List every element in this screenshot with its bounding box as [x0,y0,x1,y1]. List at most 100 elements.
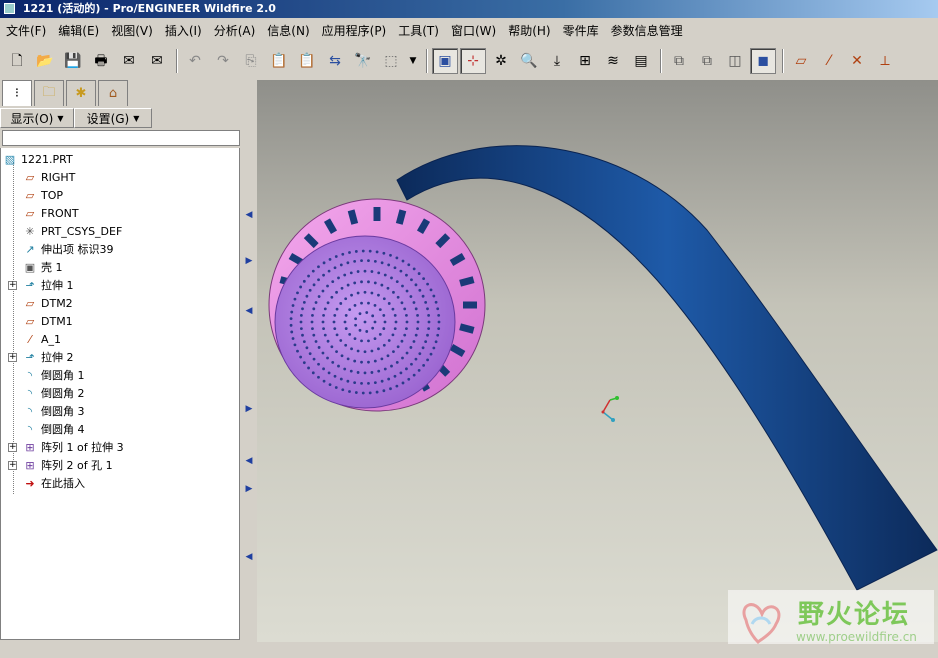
datum-csys-toggle[interactable]: ⟂ [872,48,898,74]
tree-item[interactable]: ◝ 倒圆角 4 [23,420,85,438]
view-manager-button[interactable]: ▤ [628,48,654,74]
expand-toggle[interactable]: + [8,461,17,470]
tree-item[interactable]: ▱ DTM1 [23,312,73,330]
shading-button[interactable]: ◼ [750,48,776,74]
chevron-left-icon[interactable]: ◀ [244,306,254,316]
menu-window[interactable]: 窗口(W) [445,22,502,39]
copy-button[interactable]: ⎘ [238,48,264,74]
refit-button[interactable]: ⤓ [544,48,570,74]
menu-insert[interactable]: 插入(I) [159,22,208,39]
spray-hole [344,327,348,330]
tree-item[interactable]: ⊞ 阵列 2 of 孔 1 [23,456,112,474]
chevron-right-icon[interactable]: ▶ [244,256,254,266]
find-button[interactable]: 🔭 [350,48,376,74]
menu-edit[interactable]: 编辑(E) [52,22,105,39]
tree-item[interactable]: ▱ RIGHT [23,168,76,186]
menu-info[interactable]: 信息(N) [261,22,315,39]
model-tree-tab[interactable]: ⁝ [2,80,32,106]
tree-item[interactable]: ⊞ 阵列 1 of 拉伸 3 [23,438,123,456]
chevron-left-icon[interactable]: ◀ [244,210,254,220]
spray-hole [416,327,419,331]
panel-splitter[interactable]: ◀ ▶ ◀ ▶ ◀ ▶ ◀ [243,80,257,642]
tree-item[interactable]: ◝ 倒圆角 1 [23,366,85,384]
menu-applications[interactable]: 应用程序(P) [316,22,393,39]
undo-button[interactable]: ↶ [182,48,208,74]
tree-item[interactable]: ⬏ 拉伸 2 [23,348,73,366]
shower-head[interactable] [268,198,486,412]
tree-item[interactable]: ▱ DTM2 [23,294,73,312]
tree-item[interactable]: ⁄ A_1 [23,330,61,348]
chevron-left-icon[interactable]: ◀ [244,456,254,466]
wireframe-button[interactable]: ⧉ [666,48,692,74]
layers-button[interactable]: ≋ [600,48,626,74]
settings-menu-button[interactable]: 设置(G) ▼ [74,108,152,128]
spray-hole [335,350,338,354]
datum-axes-toggle[interactable]: ⁄ [816,48,842,74]
expand-toggle[interactable]: + [8,281,17,290]
menu-tools[interactable]: 工具(T) [392,22,445,39]
graphics-window[interactable] [257,80,938,642]
print-button[interactable]: 🖶 [88,48,114,74]
tree-item[interactable]: ✳ PRT_CSYS_DEF [23,222,122,240]
tree-item[interactable]: ▣ 壳 1 [23,258,63,276]
email-attach-button[interactable]: ✉ [144,48,170,74]
tree-item[interactable]: ▧ 1221.PRT [3,150,73,168]
save-button[interactable]: 💾 [60,48,86,74]
tree-item[interactable]: ➜ 在此插入 [23,474,85,492]
spray-hole [328,257,332,261]
paste-special-button[interactable]: 📋 [294,48,320,74]
expand-toggle[interactable]: + [8,353,17,362]
tree-item[interactable]: ◝ 倒圆角 3 [23,402,85,420]
select-box-button[interactable]: ⬚ [378,48,404,74]
tree-item[interactable]: ◝ 倒圆角 2 [23,384,85,402]
tree-item[interactable]: ⬏ 拉伸 1 [23,276,73,294]
spray-hole [393,266,397,270]
folder-browser-tab[interactable]: 🗀 [34,80,64,106]
zoom-window-button[interactable]: 🔍 [516,48,542,74]
new-button[interactable]: 🗋 [4,48,30,74]
model-tree-filter[interactable] [2,130,240,146]
select-dropdown-button[interactable]: ▼ [406,48,420,74]
spray-hole [396,295,400,299]
chevron-right-icon[interactable]: ▶ [244,404,254,414]
regenerate-button[interactable]: ⇆ [322,48,348,74]
chevron-left-icon[interactable]: ◀ [244,552,254,562]
spray-hole [370,291,374,295]
menu-help[interactable]: 帮助(H) [502,22,556,39]
redo-button[interactable]: ↷ [210,48,236,74]
chevron-right-icon[interactable]: ▶ [244,484,254,494]
menu-view[interactable]: 视图(V) [105,22,159,39]
open-button[interactable]: 📂 [32,48,58,74]
email-button[interactable]: ✉ [116,48,142,74]
orient-button[interactable]: ✲ [488,48,514,74]
navigator-panel: ⁝ 🗀 ✱ ⌂ 显示(O) ▼ 设置(G) ▼ ▧ 1221.PRT ▱ RIGHT ▱ TO… [0,80,242,642]
tree-item[interactable]: ▱ FRONT [23,204,79,222]
shower-hose[interactable] [396,145,938,591]
display-menu-button[interactable]: 显示(O) ▼ [0,108,74,128]
paste-icon: 📋 [270,53,288,69]
tree-item[interactable]: ▱ TOP [23,186,63,204]
saved-views-button[interactable]: ⊞ [572,48,598,74]
chevron-down-icon: ▼ [133,113,140,123]
spray-hole [291,337,295,340]
datum-points-toggle[interactable]: ✕ [844,48,870,74]
title-bar: 1221 (活动的) - Pro/ENGINEER Wildfire 2.0 [0,0,938,18]
spray-hole [437,313,441,317]
expand-toggle[interactable]: + [8,443,17,452]
favorites-tab[interactable]: ✱ [66,80,96,106]
menu-analysis[interactable]: 分析(A) [208,22,262,39]
tree-item[interactable]: ↗ 伸出项 标识39 [23,240,113,258]
connections-tab[interactable]: ⌂ [98,80,128,106]
menu-file[interactable]: 文件(F) [0,22,52,39]
menu-param-info-mgmt[interactable]: 参数信息管理 [605,22,689,39]
hidden-line-button[interactable]: ⧉ [694,48,720,74]
no-hidden-button[interactable]: ◫ [722,48,748,74]
tree-item-label: 在此插入 [41,477,85,490]
paste-button[interactable]: 📋 [266,48,292,74]
datum-planes-toggle[interactable]: ▱ [788,48,814,74]
spin-center-button[interactable]: ⊹ [460,48,486,74]
round-icon: ◝ [27,404,33,418]
repaint-button[interactable]: ▣ [432,48,458,74]
menu-part-library[interactable]: 零件库 [557,22,605,39]
spray-hole [356,371,360,374]
